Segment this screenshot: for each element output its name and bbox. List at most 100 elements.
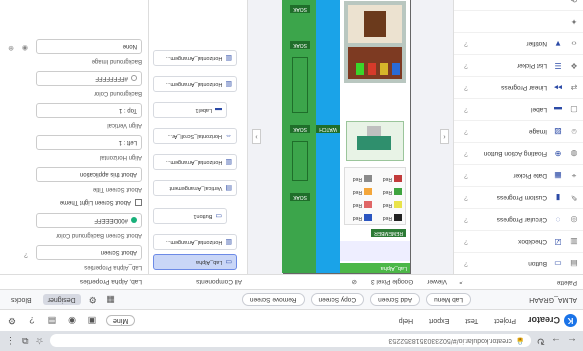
tree-node[interactable]: ▥ Horizontal_Arrangem... bbox=[153, 76, 237, 92]
swatch bbox=[394, 188, 402, 195]
palette-item[interactable]: ▥ ☑ Checkbox? bbox=[454, 230, 583, 252]
address-bar[interactable]: 🔒 creator.kodular.io/#/5023303518352253 bbox=[49, 334, 531, 348]
help-icon[interactable]: ? bbox=[454, 150, 468, 157]
palette-item[interactable]: ▢ ▬ Label? bbox=[454, 98, 583, 120]
code-icon[interactable]: ‹› bbox=[565, 39, 583, 48]
settings-icon[interactable]: ⚙ bbox=[6, 315, 18, 327]
menu-project[interactable]: Project bbox=[494, 317, 516, 324]
tab-designer[interactable]: Designer bbox=[42, 294, 81, 305]
view-icon[interactable]: ◉ bbox=[22, 44, 28, 52]
help-icon[interactable]: ? bbox=[454, 62, 468, 69]
drawing-icon[interactable]: ✎ bbox=[565, 193, 583, 202]
light-theme-checkbox[interactable]: About Screen Light Theme bbox=[60, 199, 142, 206]
tree-node[interactable]: ▬ Label1 bbox=[153, 102, 227, 118]
copy-screen-button[interactable]: Copy Screen bbox=[310, 293, 365, 306]
screen-icon: ▭ bbox=[225, 258, 232, 265]
docs-icon[interactable]: ▤ bbox=[46, 315, 58, 327]
gear-icon[interactable]: ⚙ bbox=[87, 294, 99, 306]
screen-select-button[interactable]: Lab Menu bbox=[426, 293, 471, 306]
tree-node[interactable]: ▤ Vertical_Arrangement bbox=[153, 180, 237, 196]
extension-icon[interactable]: ✦ bbox=[565, 17, 583, 26]
forward-icon[interactable]: → bbox=[551, 336, 561, 347]
tree-node[interactable]: ⇔ Horizontal_Scroll_Ar... bbox=[153, 128, 237, 144]
grid-icon[interactable]: ▦ bbox=[105, 294, 117, 306]
user-interface-icon[interactable]: ▤ bbox=[565, 259, 583, 268]
help-icon[interactable]: ? bbox=[454, 260, 468, 267]
back-icon[interactable]: ← bbox=[567, 336, 577, 347]
tree-node[interactable]: ▥ Horizontal_Arrangem... bbox=[153, 234, 237, 250]
lab-shelf-image bbox=[344, 1, 406, 83]
align-horizontal-select[interactable]: Left : 1 bbox=[36, 135, 142, 150]
palette-item[interactable]: ☺ ▨ Image? bbox=[454, 120, 583, 142]
maps-icon[interactable]: ⌖ bbox=[565, 171, 583, 181]
palette-item[interactable]: ✎ ▮ Custom Progress? bbox=[454, 186, 583, 208]
soak-button[interactable]: SOAK bbox=[290, 125, 310, 133]
social-icon[interactable]: ☺ bbox=[565, 127, 583, 136]
extensions-icon[interactable]: ⧉ bbox=[22, 336, 28, 347]
palette-item[interactable]: ⇄ ▸▸ Linear Progress? bbox=[454, 76, 583, 98]
tree-node[interactable]: ▭ Lab_Alpha bbox=[153, 254, 237, 270]
help-icon[interactable]: ? bbox=[454, 172, 468, 179]
palette-item[interactable]: ▤ ▭ Button? bbox=[454, 252, 583, 274]
palette-item[interactable]: ❖ ☰ List Picker? bbox=[454, 54, 583, 76]
tree-node[interactable]: ▭ Button1 bbox=[153, 208, 227, 224]
menu-dots-icon[interactable]: ⋮ bbox=[6, 336, 15, 347]
collapse-right-icon[interactable]: › bbox=[252, 129, 261, 144]
device-select[interactable]: Google Pixel 3 bbox=[371, 279, 413, 286]
about-bg-color-field[interactable]: #00DEEEFF bbox=[36, 213, 142, 228]
upload-icon[interactable]: ⊕ bbox=[8, 44, 14, 52]
palette-item[interactable]: ◍ ⊕ Floating Action Button? bbox=[454, 142, 583, 164]
collapse-left-icon[interactable]: ‹ bbox=[440, 129, 449, 144]
help-icon[interactable]: ? bbox=[26, 315, 38, 327]
help-icon[interactable]: ? bbox=[454, 194, 468, 201]
soak-button[interactable]: SOAK bbox=[290, 193, 310, 201]
checkbox-box[interactable] bbox=[135, 199, 142, 206]
background-color-field[interactable]: #FFFFFFFF bbox=[36, 71, 142, 86]
help-icon[interactable]: ? bbox=[454, 84, 468, 91]
palette-item[interactable]: ⌖ ▦ Date Picker? bbox=[454, 164, 583, 186]
soak-button[interactable]: SOAK bbox=[290, 5, 310, 13]
help-icon[interactable]: ? bbox=[454, 128, 468, 135]
search-icon[interactable]: ⌕ bbox=[459, 278, 463, 286]
help-icon[interactable]: ? bbox=[454, 40, 468, 47]
tree-node[interactable]: ▥ Horizontal_Arrangem... bbox=[153, 50, 237, 66]
help-icon[interactable]: ? bbox=[454, 106, 468, 113]
add-screen-button[interactable]: Add Screen bbox=[370, 293, 421, 306]
help-icon[interactable]: ? bbox=[24, 251, 28, 258]
tree-node[interactable]: ▥ Horizontal_Arrangem... bbox=[153, 154, 237, 170]
palette-item[interactable]: ‹› ▼ Notifier? bbox=[454, 32, 583, 54]
media-icon[interactable]: ◎ bbox=[565, 215, 583, 224]
companion-icon[interactable]: ◉ bbox=[66, 315, 78, 327]
help-icon[interactable]: ? bbox=[454, 216, 468, 223]
sensors-icon[interactable]: ◍ bbox=[565, 149, 583, 158]
menu-help[interactable]: Help bbox=[399, 317, 413, 324]
bottle-graphic bbox=[368, 63, 376, 75]
background-image-field[interactable]: None bbox=[36, 39, 142, 54]
reload-icon[interactable]: ↻ bbox=[537, 336, 545, 347]
menu-test[interactable]: Test bbox=[465, 317, 478, 324]
help-icon[interactable]: ? bbox=[454, 238, 468, 245]
soak-button[interactable]: SOAK bbox=[290, 41, 310, 49]
remember-button[interactable]: REMEMBER bbox=[371, 229, 406, 237]
gallery-icon[interactable]: ▣ bbox=[86, 315, 98, 327]
remove-screen-button[interactable]: Remove Screen bbox=[241, 293, 305, 306]
align-vertical-select[interactable]: Top : 1 bbox=[36, 103, 142, 118]
connectivity-icon[interactable]: ⇄ bbox=[565, 83, 583, 92]
lego-icon[interactable]: ❖ bbox=[565, 61, 583, 70]
storage-icon[interactable]: ▢ bbox=[565, 105, 583, 114]
about-screen-field[interactable]: About Screen bbox=[36, 245, 142, 260]
palette-item[interactable]: ◎ ◌ Circular Progress? bbox=[454, 208, 583, 230]
tab-blocks[interactable]: Blocks bbox=[6, 294, 37, 305]
about-title-field[interactable]: About this application bbox=[36, 167, 142, 182]
image-icon: ▨ bbox=[554, 127, 562, 136]
star-icon[interactable]: ☆ bbox=[35, 336, 43, 347]
hidden-components-icon[interactable]: ⊘ bbox=[352, 278, 357, 286]
watch-button[interactable]: WATCH bbox=[316, 125, 340, 133]
components-panel: ▭ Lab_Alpha ▥ Horizontal_Arrangem... ▭ Butt… bbox=[148, 0, 248, 274]
settings-icon[interactable]: ⟳ bbox=[565, 0, 583, 4]
profile-button[interactable]: Mine bbox=[106, 315, 136, 326]
layout-icon[interactable]: ▥ bbox=[565, 237, 583, 246]
brand-logo[interactable]: K Creator bbox=[528, 314, 577, 327]
prop-title: Align Horizontal bbox=[99, 154, 142, 160]
menu-export[interactable]: Export bbox=[429, 317, 449, 324]
